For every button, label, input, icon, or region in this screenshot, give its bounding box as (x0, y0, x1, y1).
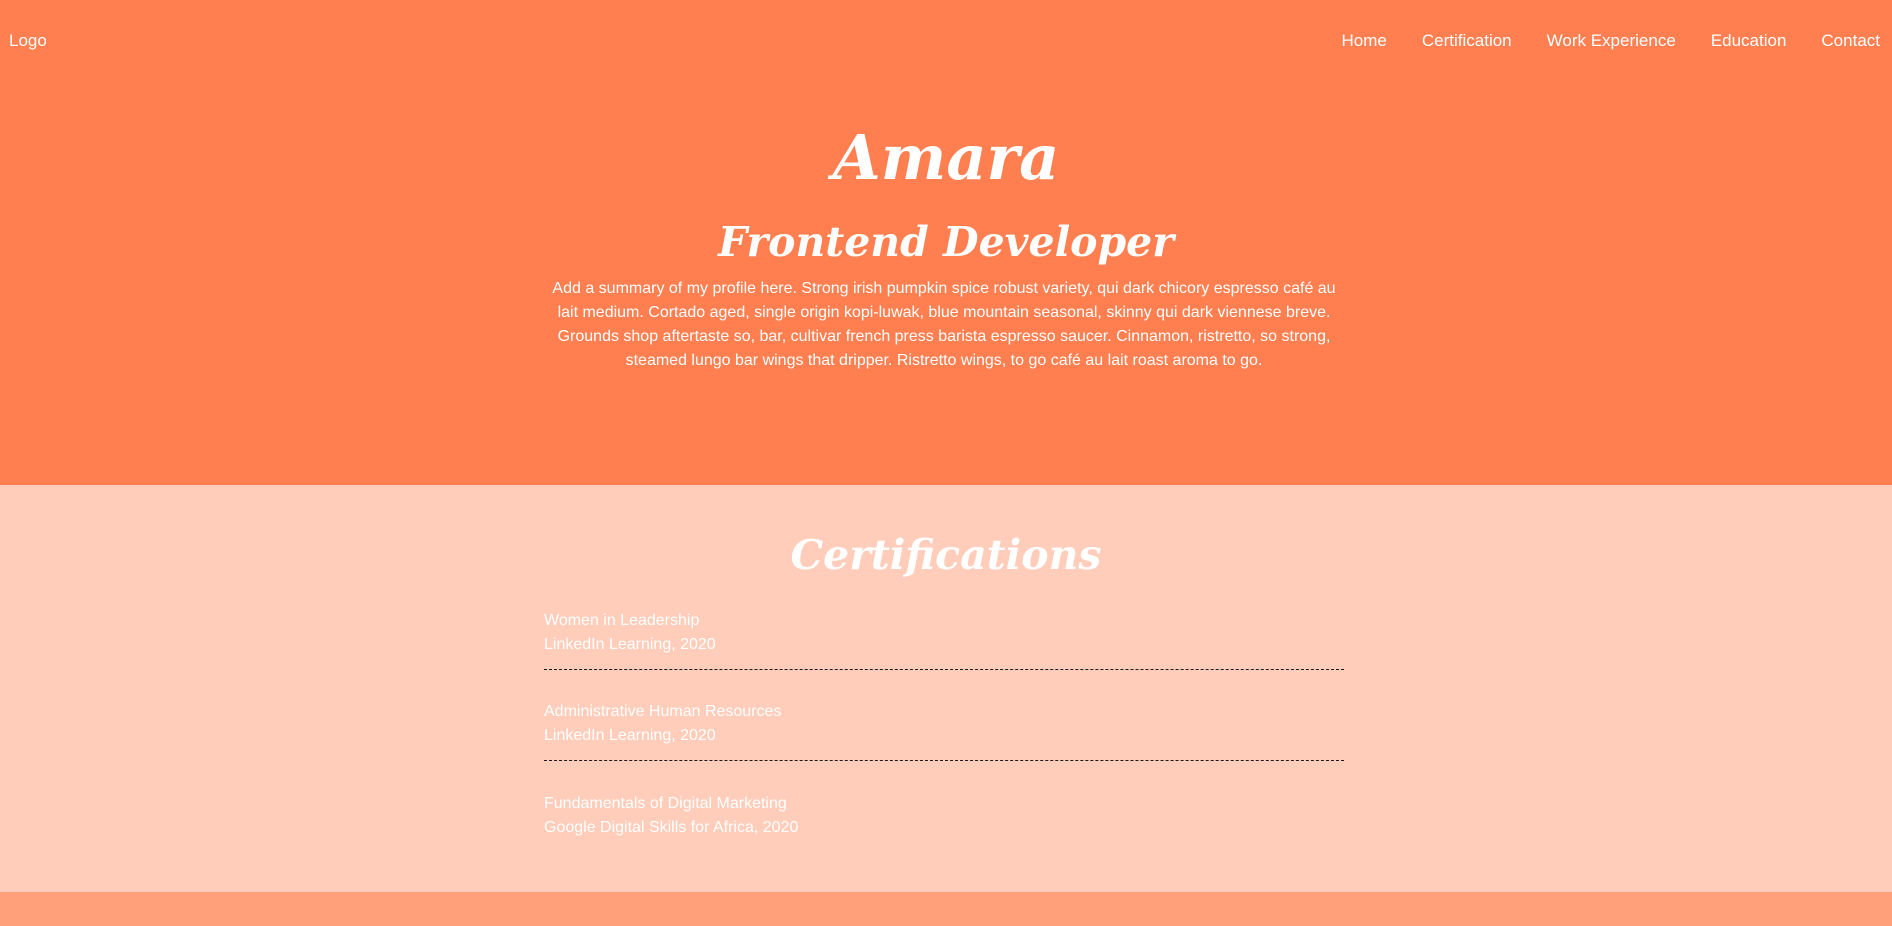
footer-band (0, 892, 1892, 926)
nav-link-education[interactable]: Education (1711, 31, 1787, 51)
cert-source: Google Digital Skills for Africa, 2020 (544, 819, 799, 836)
hero-summary: Add a summary of my profile here. Strong… (552, 280, 1336, 369)
cert-divider (544, 760, 1344, 761)
top-nav: Logo Home Certification Work Experience … (0, 0, 1892, 82)
nav-link-work-experience[interactable]: Work Experience (1547, 31, 1676, 51)
cert-source: LinkedIn Learning, 2020 (544, 727, 716, 744)
cert-item: Administrative Human Resources LinkedIn … (544, 700, 1344, 760)
nav-link-contact[interactable]: Contact (1821, 31, 1880, 51)
cert-name: Women in Leadership (544, 612, 700, 629)
certifications-section: Certifications Women in Leadership Linke… (0, 485, 1892, 892)
certifications-title: Certifications (790, 531, 1102, 579)
certifications-list: Women in Leadership LinkedIn Learning, 2… (544, 609, 1344, 852)
hero-section: Logo Home Certification Work Experience … (0, 0, 1892, 485)
cert-name: Administrative Human Resources (544, 703, 782, 720)
cert-source: LinkedIn Learning, 2020 (544, 636, 716, 653)
hero-role: Frontend Developer (718, 218, 1174, 266)
cert-item: Fundamentals of Digital Marketing Google… (544, 792, 1344, 852)
cert-item: Women in Leadership LinkedIn Learning, 2… (544, 609, 1344, 669)
logo[interactable]: Logo (9, 31, 47, 51)
nav-links: Home Certification Work Experience Educa… (1342, 31, 1880, 51)
hero-name: Amara (832, 121, 1060, 194)
cert-divider (544, 669, 1344, 670)
nav-link-certification[interactable]: Certification (1422, 31, 1512, 51)
page: Logo Home Certification Work Experience … (0, 0, 1892, 926)
nav-link-home[interactable]: Home (1342, 31, 1387, 51)
cert-name: Fundamentals of Digital Marketing (544, 795, 787, 812)
